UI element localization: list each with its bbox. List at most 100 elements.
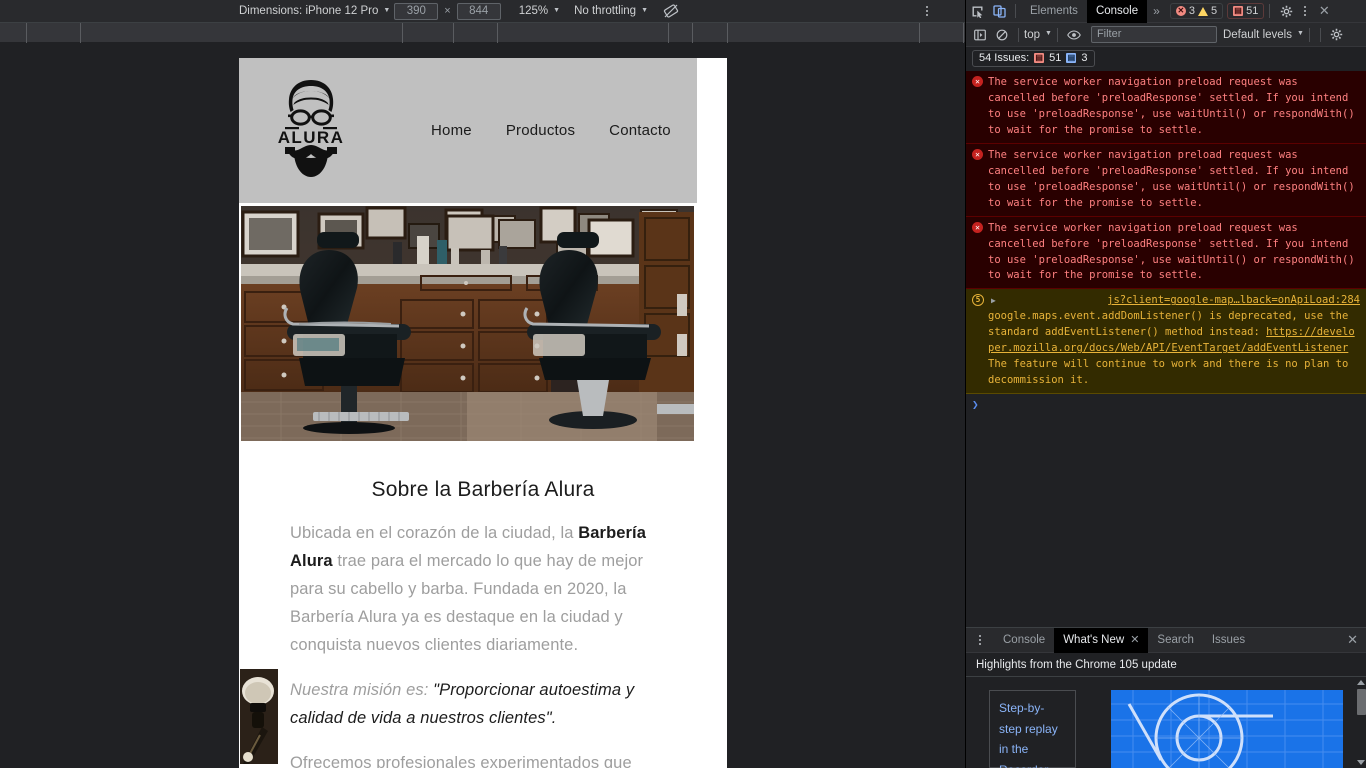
- live-expression-icon[interactable]: [1063, 24, 1085, 46]
- hero-image: [241, 206, 694, 441]
- toggle-device-toolbar-icon[interactable]: [988, 0, 1010, 22]
- rotate-device-icon[interactable]: [662, 2, 680, 20]
- console-warning-group-row[interactable]: 5 ▶ js?client=google-map…lback=onApiLoad…: [966, 289, 1366, 395]
- drawer-tabbar: Console What's New ✕ Search Issues ✕: [966, 627, 1366, 653]
- emulated-page-viewport[interactable]: ALURA Home Productos Contacto Sobre la B…: [239, 58, 727, 768]
- clear-console-icon[interactable]: [991, 24, 1013, 46]
- chrome-blueprint-image: [1111, 690, 1343, 768]
- prompt-caret-icon: ❯: [972, 398, 979, 412]
- chevron-down-icon: ▼: [383, 6, 391, 14]
- issues-label: 54 Issues:: [979, 52, 1030, 64]
- nav-link-productos[interactable]: Productos: [506, 122, 575, 139]
- inspect-element-icon[interactable]: [966, 0, 988, 22]
- console-context-label: top: [1024, 28, 1040, 41]
- intro-part1: Ubicada en el corazón de la ciudad, la: [290, 524, 579, 542]
- issues-pill[interactable]: 54 Issues: ▤ 51 ▤ 3: [972, 49, 1095, 67]
- mission-lead: Nuestra misión es:: [290, 681, 434, 700]
- issues-info-count: 3: [1081, 52, 1088, 64]
- paragraph-mission: Nuestra misión es: "Proporcionar autoest…: [290, 676, 676, 732]
- devtools-panel: Elements Console » ✕ 3 5 ▤ 51 ✕ top ▼ Fi…: [965, 0, 1366, 768]
- warning-count: 5: [1210, 5, 1218, 17]
- whats-new-body[interactable]: Step-by-step replay in the Recorder: [966, 677, 1366, 768]
- warning-icon: [1197, 6, 1208, 16]
- whats-new-card[interactable]: Step-by-step replay in the Recorder: [989, 690, 1076, 768]
- gear-icon[interactable]: [1275, 0, 1297, 22]
- console-message-row[interactable]: ✕ The service worker navigation preload …: [966, 216, 1366, 290]
- issues-summary-bar[interactable]: 54 Issues: ▤ 51 ▤ 3: [966, 47, 1366, 69]
- chevron-down-icon: ▼: [641, 6, 649, 14]
- warning-text-after: The feature will continue to work and th…: [988, 358, 1349, 387]
- console-sidebar-icon[interactable]: [969, 24, 991, 46]
- issue-icon: ▤: [1034, 53, 1045, 63]
- error-icon: ✕: [972, 148, 988, 212]
- dimension-separator: ×: [444, 5, 451, 17]
- drawer-tab-issues[interactable]: Issues: [1203, 628, 1254, 653]
- console-context-selector[interactable]: top ▼: [1024, 29, 1052, 41]
- console-source-link[interactable]: js?client=google-map…lback=onApiLoad:284: [1107, 293, 1360, 309]
- zoom-selector[interactable]: 125% ▼: [519, 5, 560, 17]
- console-levels-label: Default levels: [1222, 28, 1292, 41]
- viewport-ruler: [0, 23, 965, 43]
- site-nav[interactable]: Home Productos Contacto: [431, 122, 671, 139]
- console-message-row[interactable]: ✕ The service worker navigation preload …: [966, 71, 1366, 144]
- expand-arrow-icon[interactable]: ▶: [991, 296, 996, 305]
- device-emulation-pane: Dimensions: iPhone 12 Pro ▼ 390 × 844 12…: [0, 0, 965, 768]
- chevron-down-icon: ▼: [1296, 30, 1304, 37]
- scrollbar-thumb[interactable]: [1357, 689, 1366, 715]
- tab-elements[interactable]: Elements: [1021, 0, 1087, 23]
- zoom-label: 125%: [518, 5, 549, 17]
- whats-new-subtitle-text: Highlights from the Chrome 105 update: [976, 658, 1177, 671]
- svg-text:ALURA: ALURA: [278, 128, 345, 147]
- drawer-more-icon[interactable]: [972, 635, 988, 645]
- console-settings-icon[interactable]: [1326, 24, 1348, 46]
- drawer-tab-console[interactable]: Console: [994, 628, 1054, 653]
- chevron-more-tabs-icon[interactable]: »: [1147, 4, 1166, 18]
- shaving-brush-image: [240, 669, 278, 764]
- console-filter-input[interactable]: Filter: [1090, 26, 1217, 43]
- site-header: ALURA Home Productos Contacto: [239, 58, 697, 203]
- scroll-down-arrow-icon[interactable]: [1357, 760, 1365, 765]
- more-tools-icon[interactable]: [1297, 6, 1313, 16]
- device-dimensions-selector[interactable]: Dimensions: iPhone 12 Pro ▼: [239, 5, 390, 17]
- device-height-input[interactable]: 844: [456, 2, 501, 20]
- scroll-up-arrow-icon[interactable]: [1357, 680, 1365, 685]
- error-warning-badge[interactable]: ✕ 3 5: [1169, 3, 1224, 19]
- whats-new-subtitle: Highlights from the Chrome 105 update: [966, 653, 1366, 677]
- close-icon[interactable]: ✕: [1313, 0, 1335, 22]
- issues-error-count: 51: [1049, 52, 1062, 64]
- error-icon: ✕: [972, 221, 988, 285]
- whats-new-scrollbar[interactable]: [1356, 677, 1366, 768]
- whats-new-card-title: Step-by-step replay in the Recorder: [999, 701, 1058, 768]
- nav-link-home[interactable]: Home: [431, 122, 472, 139]
- nav-link-contacto[interactable]: Contacto: [609, 122, 671, 139]
- device-dimensions-label: Dimensions: iPhone 12 Pro: [238, 5, 379, 17]
- device-width-input[interactable]: 390: [394, 2, 439, 20]
- console-message-text: The service worker navigation preload re…: [988, 148, 1355, 209]
- console-log-list[interactable]: ✕ The service worker navigation preload …: [966, 71, 1366, 627]
- chevron-down-icon: ▼: [553, 6, 561, 14]
- console-message-row[interactable]: ✕ The service worker navigation preload …: [966, 143, 1366, 217]
- console-levels-selector[interactable]: Default levels ▼: [1223, 29, 1304, 41]
- error-icon: ✕: [1175, 6, 1186, 16]
- console-toolbar: top ▼ Filter Default levels ▼: [966, 23, 1366, 47]
- devtools-tabbar: Elements Console » ✕ 3 5 ▤ 51 ✕: [966, 0, 1366, 23]
- drawer-tab-whats-new[interactable]: What's New ✕: [1054, 627, 1149, 653]
- error-count: 3: [1188, 5, 1195, 17]
- drawer-tab-search[interactable]: Search: [1148, 628, 1202, 653]
- throttling-selector[interactable]: No throttling ▼: [574, 5, 648, 17]
- close-tab-icon[interactable]: ✕: [1130, 628, 1139, 653]
- close-drawer-icon[interactable]: ✕: [1347, 632, 1358, 648]
- issues-badge[interactable]: ▤ 51: [1227, 3, 1265, 19]
- info-icon: ▤: [1066, 53, 1077, 63]
- paragraph-professionals: Ofrecemos profesionales experimentados q…: [290, 754, 632, 768]
- drawer-tab-label: Search: [1157, 633, 1194, 646]
- device-toolbar: Dimensions: iPhone 12 Pro ▼ 390 × 844 12…: [0, 0, 965, 23]
- device-more-options-icon[interactable]: [919, 6, 935, 16]
- warning-group-count: 5: [972, 294, 984, 307]
- issue-icon: ▤: [1233, 6, 1244, 16]
- console-prompt[interactable]: ❯: [966, 394, 1366, 415]
- tab-console[interactable]: Console: [1086, 0, 1148, 23]
- intro-part2: trae para el mercado lo que hay de mejor…: [290, 552, 644, 655]
- console-message-text: The service worker navigation preload re…: [988, 76, 1355, 136]
- drawer-tab-label: Console: [1003, 633, 1046, 646]
